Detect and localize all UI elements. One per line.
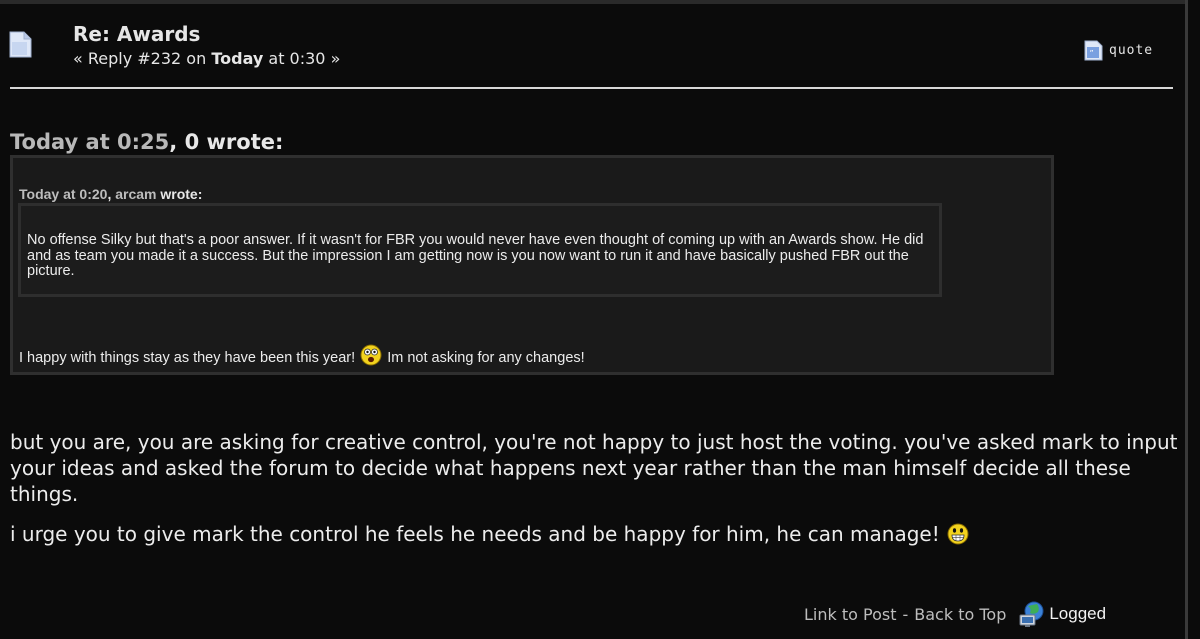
post-footer: Link to Post - Back to Top Logged xyxy=(804,600,1106,628)
svg-text:”: ” xyxy=(1090,49,1095,58)
inner-quote-header: Today at 0:20, arcam wrote: xyxy=(19,186,202,202)
right-rule xyxy=(1185,0,1188,639)
grin-smiley-icon xyxy=(947,523,969,545)
outer-quote-wrote: wrote: xyxy=(206,130,284,154)
outer-quote-header: Today at 0:25, 0 wrote: xyxy=(10,130,283,154)
quote-icon: ” xyxy=(1084,40,1103,61)
post-subject[interactable]: Re: Awards xyxy=(73,22,200,46)
outer-quote-date[interactable]: Today at 0:25 xyxy=(10,130,169,154)
top-rule xyxy=(0,0,1185,4)
reply-date: Today xyxy=(211,49,264,68)
post-body-paragraph-2: i urge you to give mark the control he f… xyxy=(10,521,1180,547)
outer-quote-separator: , xyxy=(169,130,178,154)
post-separator xyxy=(10,87,1173,89)
inner-quote-date[interactable]: Today at 0:20 xyxy=(19,186,107,202)
document-icon xyxy=(9,31,32,58)
shocked-smiley-icon xyxy=(360,344,382,366)
quote-button[interactable]: ” quote xyxy=(1084,40,1153,61)
inner-quote-wrote: wrote: xyxy=(160,186,203,202)
reply-time: at 0:30 » xyxy=(268,49,341,68)
logged-label: Logged xyxy=(1049,604,1107,623)
outer-quote-box: Today at 0:20, arcam wrote: No offense S… xyxy=(10,155,1054,375)
outer-quote-text-after: Im not asking for any changes! xyxy=(387,350,585,366)
post-body-paragraph-2-text: i urge you to give mark the control he f… xyxy=(10,522,940,546)
outer-quote-author[interactable]: 0 xyxy=(185,130,200,154)
link-to-post[interactable]: Link to Post xyxy=(804,605,896,624)
inner-quote-text: No offense Silky but that's a poor answe… xyxy=(27,232,924,279)
post-body-paragraph-1: but you are, you are asking for creative… xyxy=(10,430,1178,506)
quote-label: quote xyxy=(1109,43,1154,58)
reply-prefix: « Reply #232 on xyxy=(73,49,207,68)
back-to-top-link[interactable]: Back to Top xyxy=(914,605,1006,624)
reply-meta: « Reply #232 on Today at 0:30 » xyxy=(73,49,340,68)
outer-quote-text: I happy with things stay as they have be… xyxy=(19,344,585,366)
globe-computer-icon xyxy=(1019,601,1044,627)
footer-dash: - xyxy=(902,604,909,624)
inner-quote-box: No offense Silky but that's a poor answe… xyxy=(18,203,942,297)
outer-quote-text-before: I happy with things stay as they have be… xyxy=(19,350,356,366)
inner-quote-author[interactable]: arcam xyxy=(115,186,156,202)
inner-quote-separator: , xyxy=(107,186,112,202)
